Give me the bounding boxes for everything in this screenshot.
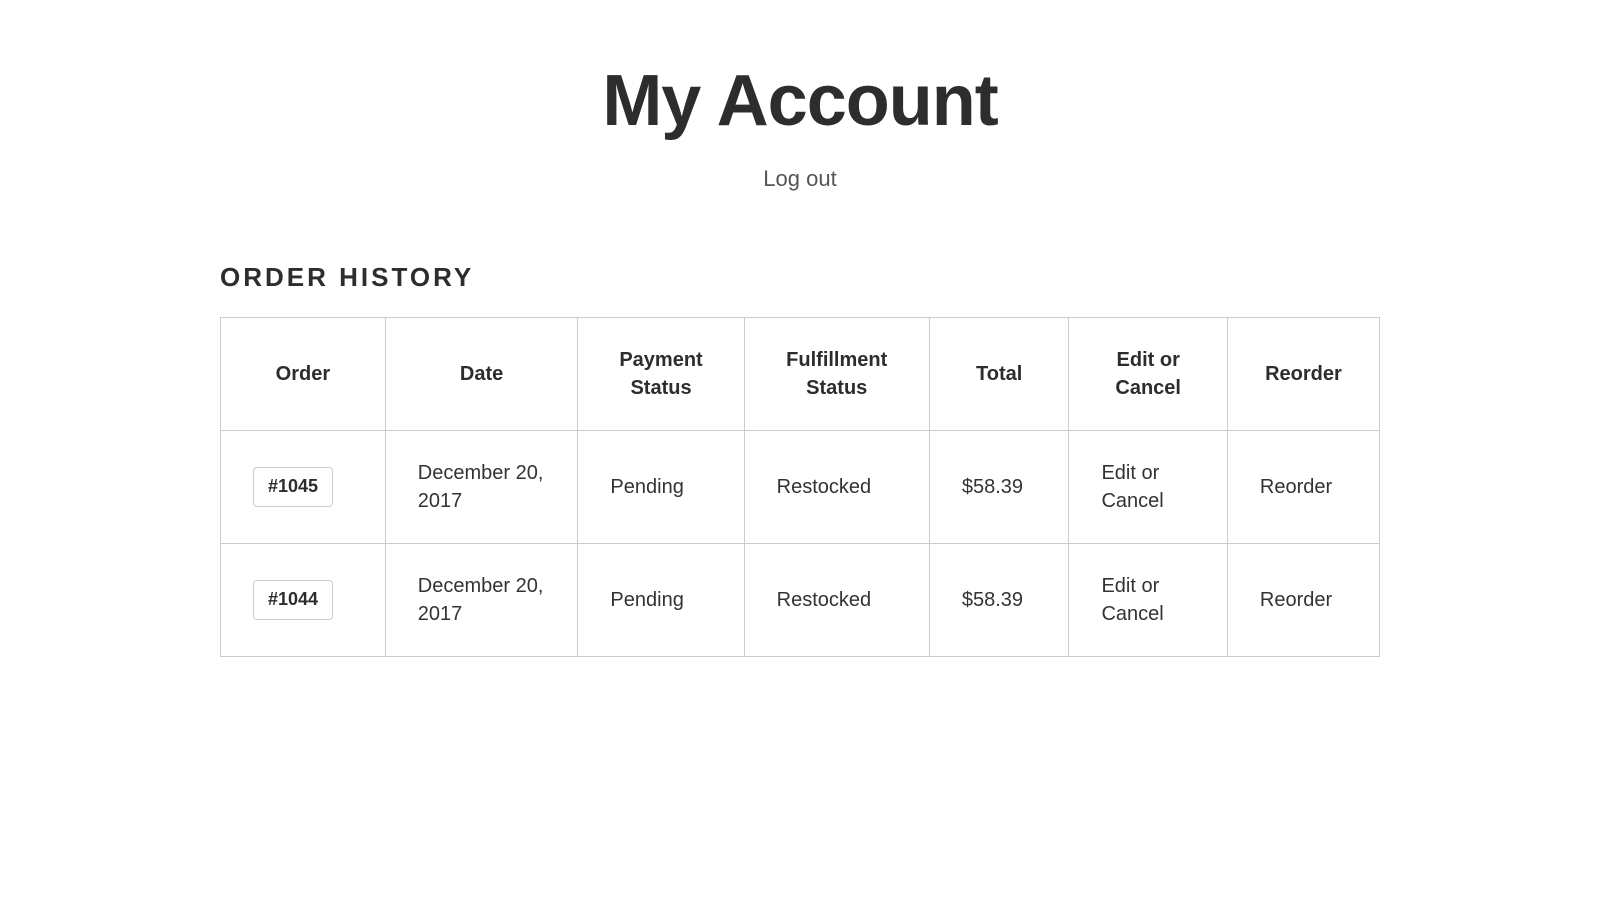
col-header-reorder: Reorder — [1227, 318, 1379, 431]
order-total-cell: $58.39 — [929, 544, 1069, 657]
order-date-cell: December 20, 2017 — [385, 431, 578, 544]
col-header-fulfillment-status: FulfillmentStatus — [744, 318, 929, 431]
order-date-cell: December 20, 2017 — [385, 544, 578, 657]
order-number[interactable]: #1044 — [253, 580, 333, 619]
order-number-cell: #1044 — [221, 544, 386, 657]
col-header-date: Date — [385, 318, 578, 431]
logout-link[interactable]: Log out — [220, 166, 1380, 192]
table-row: #1044 December 20, 2017 Pending Restocke… — [221, 544, 1380, 657]
order-history-title: ORDER HISTORY — [220, 262, 1380, 293]
table-header-row: Order Date PaymentStatus FulfillmentStat… — [221, 318, 1380, 431]
reorder-link[interactable]: Reorder — [1260, 476, 1332, 498]
reorder-link[interactable]: Reorder — [1260, 589, 1332, 611]
order-edit-cancel-cell: Edit orCancel — [1069, 431, 1227, 544]
order-payment-status-cell: Pending — [578, 431, 744, 544]
order-reorder-cell: Reorder — [1227, 431, 1379, 544]
order-number[interactable]: #1045 — [253, 467, 333, 506]
order-edit-cancel-cell: Edit orCancel — [1069, 544, 1227, 657]
col-header-order: Order — [221, 318, 386, 431]
order-fulfillment-status-cell: Restocked — [744, 544, 929, 657]
table-row: #1045 December 20, 2017 Pending Restocke… — [221, 431, 1380, 544]
page-container: My Account Log out ORDER HISTORY Order D… — [140, 0, 1460, 717]
order-total-cell: $58.39 — [929, 431, 1069, 544]
edit-or-cancel-link[interactable]: Edit orCancel — [1101, 462, 1163, 512]
col-header-edit-cancel: Edit orCancel — [1069, 318, 1227, 431]
edit-or-cancel-link[interactable]: Edit orCancel — [1101, 575, 1163, 625]
page-title: My Account — [220, 60, 1380, 142]
order-reorder-cell: Reorder — [1227, 544, 1379, 657]
order-number-cell: #1045 — [221, 431, 386, 544]
order-history-table: Order Date PaymentStatus FulfillmentStat… — [220, 317, 1380, 657]
order-fulfillment-status-cell: Restocked — [744, 431, 929, 544]
col-header-payment-status: PaymentStatus — [578, 318, 744, 431]
col-header-total: Total — [929, 318, 1069, 431]
order-payment-status-cell: Pending — [578, 544, 744, 657]
